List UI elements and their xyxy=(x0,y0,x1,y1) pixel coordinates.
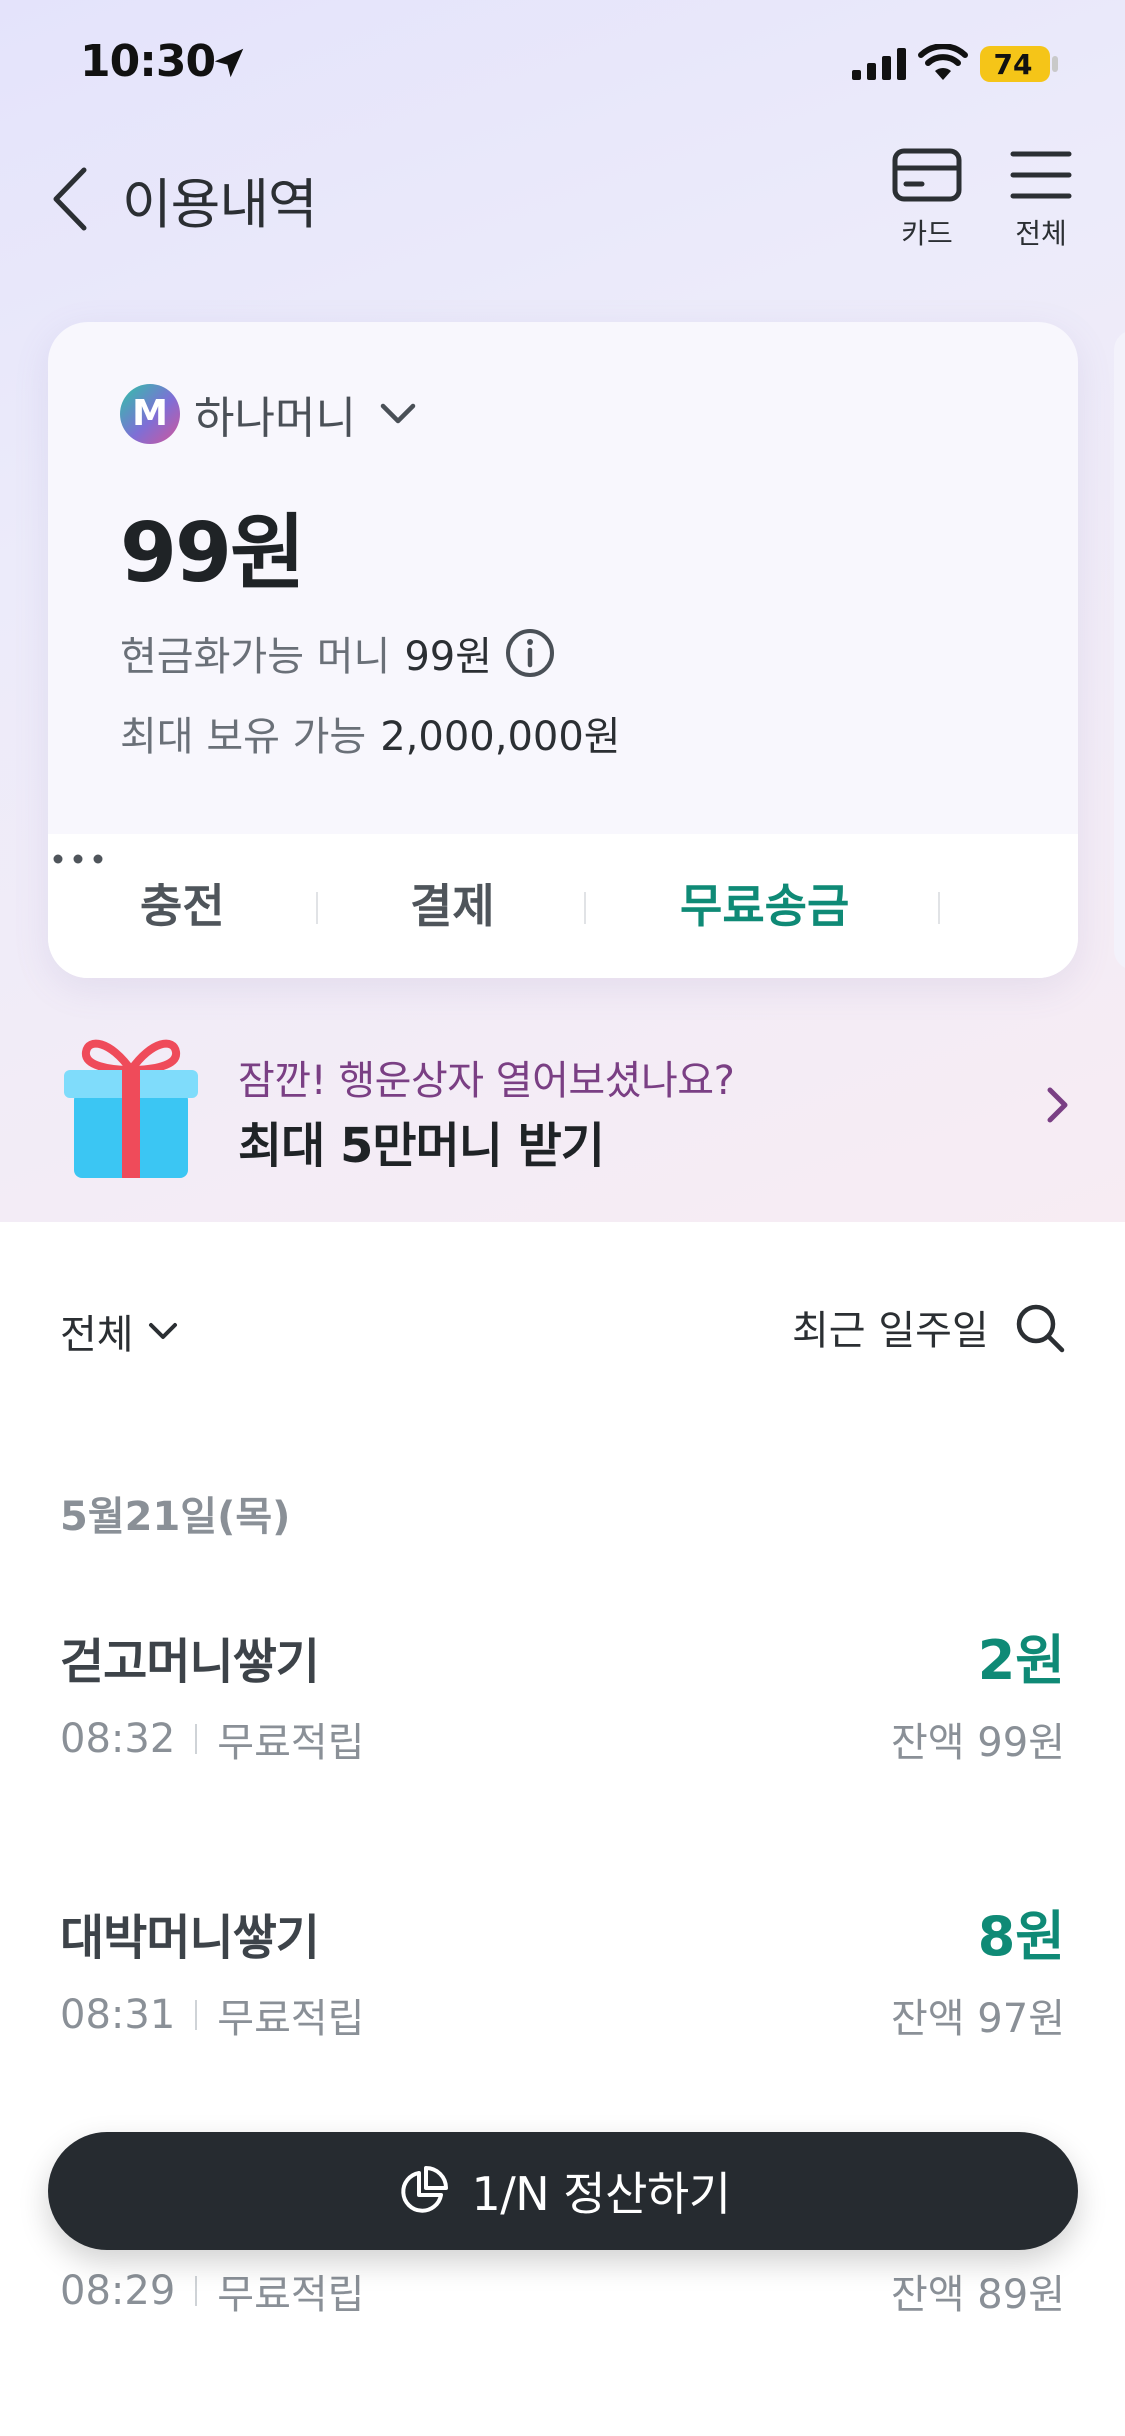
transaction-balance: 잔액 89원 xyxy=(890,2272,1065,2318)
balance-amount: 99원 xyxy=(120,506,306,601)
action-divider xyxy=(938,892,940,924)
wallet-action-bar: 충전 결제 무료송금 xyxy=(48,834,1078,978)
transaction-time: 08:32 xyxy=(60,1716,176,1762)
wallet-card: M 하나머니 99원 현금화가능 머니 99원 최대 보유 가능 2,000,0… xyxy=(48,322,1078,978)
max-holding-label: 최대 보유 가능 xyxy=(120,714,367,760)
next-wallet-card-peek[interactable] xyxy=(1114,330,1125,970)
meta-separator xyxy=(195,2000,198,2030)
menu-button-label: 전체 xyxy=(1015,217,1067,250)
promo-subtitle: 잠깐! 행운상자 열어보셨나요? xyxy=(238,1058,735,1104)
back-arrow-icon[interactable] xyxy=(48,164,92,234)
chevron-down-icon xyxy=(148,1323,177,1339)
transaction-type: 무료적립 xyxy=(217,2272,365,2318)
transaction-meta: 08:31 무료적립 xyxy=(60,1986,364,2044)
location-arrow-icon xyxy=(214,48,244,78)
pie-chart-icon xyxy=(401,2166,449,2213)
battery-indicator: 74 xyxy=(980,46,1050,82)
hana-money-logo: M xyxy=(120,384,180,444)
transaction-time: 08:31 xyxy=(60,1992,176,2038)
transaction-balance: 잔액 99원 xyxy=(890,1720,1065,1766)
card-button-label: 카드 xyxy=(901,217,953,250)
cashable-money-row: 현금화가능 머니 99원 xyxy=(120,624,556,682)
credit-card-icon xyxy=(892,148,962,202)
split-bill-label: 1/N 정산하기 xyxy=(471,2167,731,2221)
transaction-amount: 8원 xyxy=(977,1905,1065,1968)
menu-button[interactable]: 전체 xyxy=(996,148,1086,258)
type-filter-label: 전체 xyxy=(60,1312,134,1358)
wallet-name: 하나머니 xyxy=(194,393,356,444)
search-icon[interactable] xyxy=(1014,1302,1066,1354)
pay-button[interactable]: 결제 xyxy=(410,870,495,936)
transaction-type: 무료적립 xyxy=(217,1720,365,1766)
meta-separator xyxy=(195,1724,198,1754)
free-transfer-button[interactable]: 무료송금 xyxy=(680,870,849,936)
gift-box-icon xyxy=(64,1039,198,1178)
info-icon[interactable] xyxy=(504,627,556,679)
max-holding-value: 2,000,000원 xyxy=(380,714,621,760)
wifi-icon xyxy=(918,44,968,80)
cashable-label: 현금화가능 머니 xyxy=(120,634,391,680)
promo-title: 최대 5만머니 받기 xyxy=(238,1118,605,1174)
transaction-meta: 08:32 무료적립 xyxy=(60,1710,364,1768)
page-title: 이용내역 xyxy=(122,173,318,236)
more-icon[interactable] xyxy=(48,834,108,884)
wallet-selector[interactable]: M 하나머니 xyxy=(120,382,416,446)
date-group-header: 5월21일(목) xyxy=(60,1494,291,1540)
split-bill-button[interactable]: 1/N 정산하기 xyxy=(48,2132,1078,2250)
type-filter-dropdown[interactable]: 전체 xyxy=(60,1302,178,1360)
transaction-meta: 08:29 무료적립 xyxy=(60,2262,364,2320)
cashable-value: 99원 xyxy=(404,634,493,680)
card-button[interactable]: 카드 xyxy=(882,148,972,258)
transaction-amount: 2원 xyxy=(977,1629,1065,1692)
battery-cap xyxy=(1052,56,1058,72)
meta-separator xyxy=(195,2276,198,2306)
cellular-signal-icon xyxy=(852,48,906,80)
transaction-title: 대박머니쌓기 xyxy=(60,1910,320,1966)
chevron-right-icon xyxy=(1047,1087,1068,1123)
hamburger-menu-icon xyxy=(1010,151,1072,199)
transaction-time: 08:29 xyxy=(60,2268,176,2314)
battery-level: 74 xyxy=(993,48,1033,81)
transaction-type: 무료적립 xyxy=(217,1996,365,2042)
chevron-down-icon xyxy=(380,403,416,424)
lucky-box-banner[interactable]: 잠깐! 행운상자 열어보셨나요? 최대 5만머니 받기 xyxy=(0,1022,1125,1192)
period-filter[interactable]: 최근 일주일 xyxy=(792,1298,989,1356)
transaction-balance: 잔액 97원 xyxy=(890,1996,1065,2042)
transaction-title: 걷고머니쌓기 xyxy=(60,1634,320,1690)
max-holding-row: 최대 보유 가능 2,000,000원 xyxy=(120,704,621,762)
action-divider xyxy=(316,892,318,924)
status-time: 10:30 xyxy=(80,36,216,87)
status-bar: 10:30 74 xyxy=(0,0,1125,130)
action-divider xyxy=(584,892,586,924)
charge-button[interactable]: 충전 xyxy=(140,870,225,936)
